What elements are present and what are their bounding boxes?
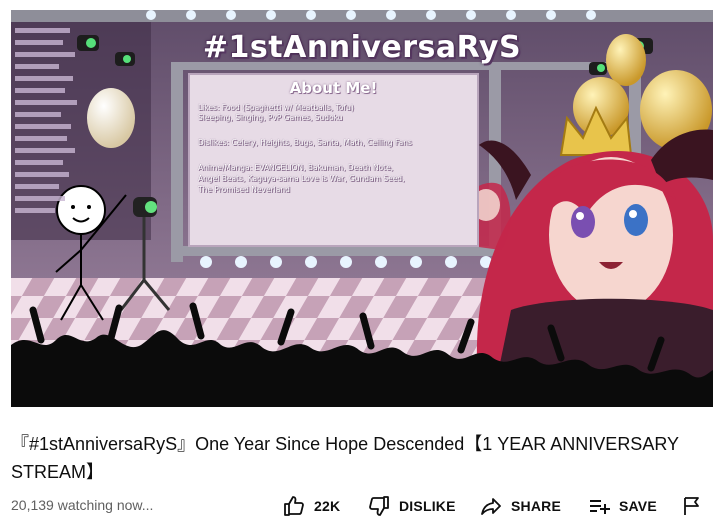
playlist-add-icon xyxy=(587,494,611,518)
report-button[interactable] xyxy=(680,488,704,524)
stage-banner: #1stAnniversaRyS xyxy=(202,30,522,65)
share-button[interactable]: SHARE xyxy=(479,488,561,524)
video-player[interactable]: #1stAnniversaRyS About Me! Likes: Food (… xyxy=(11,10,713,407)
share-label: SHARE xyxy=(511,498,562,514)
about-me-panel: About Me! Likes: Food (Spaghetti w/ Meat… xyxy=(188,73,479,247)
save-label: SAVE xyxy=(619,498,657,514)
thumbs-up-icon xyxy=(282,494,306,518)
panel-line: Sleeping, Singing, PvP Games, Sudoku xyxy=(198,113,343,122)
save-button[interactable]: SAVE xyxy=(587,488,657,524)
action-bar: 22K DISLIKE SHARE SAVE xyxy=(282,488,712,524)
like-button[interactable]: 22K xyxy=(282,488,340,524)
thumbs-down-icon xyxy=(367,494,391,518)
flag-icon xyxy=(680,494,704,518)
panel-title: About Me! xyxy=(289,79,378,97)
like-count: 22K xyxy=(314,498,341,514)
video-title: 『#1stAnniversaRyS』One Year Since Hope De… xyxy=(11,434,679,482)
panel-line: The Promised Neverland xyxy=(198,185,290,194)
panel-line: Likes: Food (Spaghetti w/ Meatballs, Tof… xyxy=(198,103,354,112)
view-count: 20,139 watching now... xyxy=(11,497,154,513)
dislike-label: DISLIKE xyxy=(399,498,456,514)
dislike-button[interactable]: DISLIKE xyxy=(367,488,456,524)
share-arrow-icon xyxy=(479,494,503,518)
panel-line: Angel Beats, Kaguya-sama Love is War, Gu… xyxy=(198,174,405,183)
panel-line: Anime/Manga: EVANGELION, Bakuman, Death … xyxy=(198,163,394,172)
panel-line: Dislikes: Celery, Heights, Bugs, Santa, … xyxy=(198,138,412,147)
